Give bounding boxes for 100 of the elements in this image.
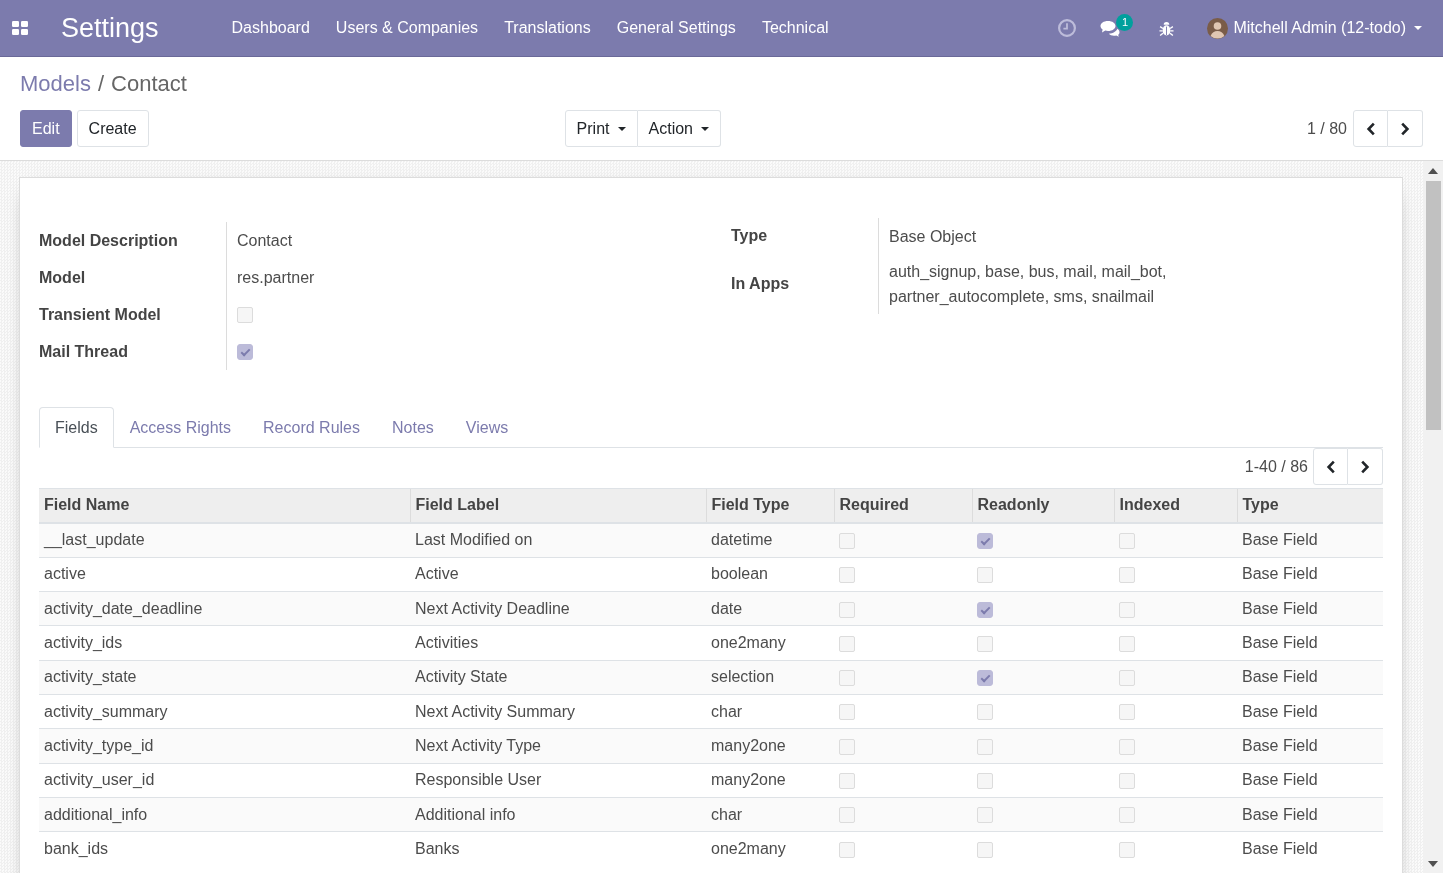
- table-cell: one2many: [706, 831, 834, 866]
- table-cell: Last Modified on: [410, 522, 706, 558]
- checkbox[interactable]: [839, 635, 855, 652]
- checkbox[interactable]: [839, 704, 855, 721]
- checkbox[interactable]: [839, 601, 855, 618]
- column-header[interactable]: Readonly: [972, 488, 1114, 523]
- checkbox[interactable]: [839, 807, 855, 824]
- menu-item[interactable]: Translations: [491, 19, 604, 37]
- checkbox[interactable]: [237, 343, 253, 360]
- checkbox[interactable]: [1119, 807, 1135, 824]
- chevron-left-icon: [1325, 459, 1336, 474]
- checkbox[interactable]: [839, 670, 855, 687]
- column-header[interactable]: Indexed: [1114, 488, 1237, 523]
- tab[interactable]: Views: [449, 407, 525, 448]
- table-cell: activity_state: [39, 660, 410, 695]
- app-title[interactable]: Settings: [61, 12, 159, 44]
- caret-icon: [617, 126, 626, 131]
- checkbox[interactable]: [1119, 567, 1135, 584]
- checkbox[interactable]: [237, 306, 253, 323]
- checkbox[interactable]: [977, 738, 993, 755]
- avatar-icon: [1207, 17, 1229, 39]
- dropdown-button[interactable]: Print: [564, 110, 638, 147]
- checkbox[interactable]: [977, 841, 993, 858]
- table-cell: __last_update: [39, 522, 410, 558]
- breadcrumb-link[interactable]: Models: [20, 71, 91, 97]
- unread-count: 1: [1116, 13, 1134, 31]
- pager-counter: 1 / 80: [1306, 119, 1347, 138]
- checkbox[interactable]: [839, 567, 855, 584]
- table-cell: activity_date_deadline: [39, 591, 410, 626]
- caret-icon: [701, 126, 709, 131]
- chevron-left-icon: [1365, 121, 1376, 136]
- field-value: res.partner: [237, 268, 315, 288]
- field-label: Model: [39, 267, 87, 288]
- column-header[interactable]: Field Label: [410, 488, 706, 523]
- create-button[interactable]: Create: [76, 110, 149, 147]
- field-value: Base Object: [889, 226, 977, 247]
- menu-item[interactable]: Technical: [748, 19, 842, 37]
- field-value: auth_signup, base, bus, mail, mail_bot, partner_autocomplete, sms, snailmail: [889, 262, 1168, 307]
- apps-menu-icon[interactable]: [12, 21, 28, 35]
- checkbox[interactable]: [839, 773, 855, 789]
- table-cell: many2one: [706, 728, 834, 764]
- clock-icon[interactable]: [1058, 19, 1077, 37]
- field-label: Type: [731, 226, 769, 246]
- checkbox[interactable]: [977, 635, 993, 652]
- table-cell: selection: [706, 660, 834, 695]
- table-cell: Base Field: [1237, 591, 1383, 626]
- table-cell: Banks: [410, 831, 706, 866]
- user-menu[interactable]: Mitchell Admin (12-todo): [1207, 17, 1422, 39]
- pager-counter: 1-40 / 86: [1244, 457, 1308, 476]
- menu-item[interactable]: General Settings: [603, 19, 749, 37]
- previous-button[interactable]: [1313, 448, 1348, 485]
- checkbox[interactable]: [839, 841, 855, 858]
- tab[interactable]: Notes: [376, 407, 450, 448]
- table-cell: Base Field: [1237, 660, 1383, 695]
- checkbox[interactable]: [1119, 738, 1135, 755]
- table-cell: datetime: [706, 522, 834, 558]
- field-value: Contact: [237, 231, 293, 251]
- checkbox[interactable]: [1119, 841, 1135, 858]
- menu-item[interactable]: Dashboard: [218, 19, 323, 37]
- tab[interactable]: Record Rules: [247, 407, 376, 448]
- menu-item[interactable]: Users & Companies: [322, 19, 492, 37]
- dropdown-button[interactable]: Action: [637, 110, 721, 147]
- checkbox[interactable]: [977, 807, 993, 824]
- scroll-down-icon[interactable]: [1428, 861, 1438, 867]
- table-cell: Base Field: [1237, 728, 1383, 764]
- checkbox[interactable]: [977, 601, 993, 618]
- table-cell: additional_info: [39, 797, 410, 832]
- table-cell: Base Field: [1237, 522, 1383, 558]
- column-header[interactable]: Required: [834, 488, 972, 523]
- chat-icon[interactable]: [1100, 19, 1121, 37]
- checkbox[interactable]: [1119, 704, 1135, 721]
- tab[interactable]: Access Rights: [113, 407, 248, 448]
- table-cell: Activity State: [410, 660, 706, 695]
- previous-button[interactable]: [1353, 110, 1388, 147]
- field-label: Model Description: [39, 230, 179, 251]
- next-button[interactable]: [1388, 110, 1423, 147]
- edit-button[interactable]: Edit: [20, 110, 72, 147]
- checkbox[interactable]: [839, 532, 855, 549]
- table-cell: activity_type_id: [39, 728, 410, 764]
- scroll-up-icon[interactable]: [1428, 168, 1438, 174]
- checkbox[interactable]: [977, 704, 993, 721]
- tab[interactable]: Fields: [39, 407, 114, 448]
- checkbox[interactable]: [1119, 670, 1135, 687]
- column-header[interactable]: Field Type: [706, 488, 834, 523]
- checkbox[interactable]: [839, 738, 855, 755]
- column-header[interactable]: Type: [1237, 488, 1383, 523]
- checkbox[interactable]: [1119, 635, 1135, 652]
- next-button[interactable]: [1348, 448, 1383, 485]
- bug-icon[interactable]: [1159, 19, 1175, 37]
- checkbox[interactable]: [1119, 773, 1135, 789]
- field-label: Transient Model: [39, 304, 162, 325]
- checkbox[interactable]: [1119, 601, 1135, 618]
- column-header[interactable]: Field Name: [39, 488, 410, 523]
- checkbox[interactable]: [977, 532, 993, 549]
- checkbox[interactable]: [977, 567, 993, 584]
- checkbox[interactable]: [977, 670, 993, 687]
- scrollbar-thumb[interactable]: [1425, 181, 1441, 430]
- checkbox[interactable]: [1119, 532, 1135, 549]
- checkbox[interactable]: [977, 773, 993, 789]
- table-cell: Base Field: [1237, 831, 1383, 866]
